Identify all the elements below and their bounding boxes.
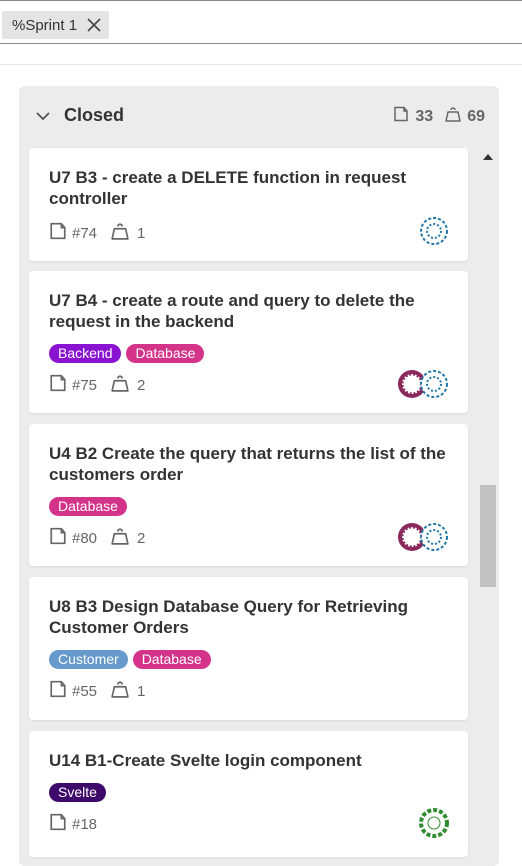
issue-icon [49,222,67,244]
issue-weight: 1 [137,224,146,242]
weight-icon [445,106,461,127]
filter-chip-label: %Sprint 1 [12,16,78,34]
top-filter-bar: %Sprint 1 [0,0,522,44]
issue-title[interactable]: U7 B3 - create a DELETE function in requ… [49,167,449,209]
weight-icon [111,680,129,702]
issue-number[interactable]: #74 [72,225,97,242]
label-badge[interactable]: Database [49,497,127,516]
issue-title[interactable]: U7 B4 - create a route and query to dele… [49,290,449,332]
issue-icon [393,106,409,127]
issue-meta: #75 2 [49,374,145,396]
issue-meta: #74 1 [49,222,145,244]
issue-labels: Customer Database [49,650,211,669]
issue-title[interactable]: U14 B1-Create Svelte login component [49,750,449,771]
assignees [397,369,449,399]
scroll-up-arrow-icon[interactable] [483,154,493,160]
issue-meta: #55 1 [49,680,145,702]
weight-icon [111,222,129,244]
filter-chip[interactable]: %Sprint 1 [2,11,110,39]
close-icon[interactable] [87,18,101,32]
weight-icon [111,527,129,549]
label-badge[interactable]: Svelte [49,783,106,802]
issue-weight: 2 [137,529,146,547]
issue-labels: Svelte [49,783,106,802]
issue-weight: 1 [137,682,146,700]
column-title: Closed [64,105,125,125]
scroll-thumb[interactable] [480,485,496,587]
assignees [419,216,449,246]
column-issue-count: 33 [415,107,434,125]
label-badge[interactable]: Database [132,650,211,669]
label-badge[interactable]: Customer [49,650,128,669]
avatar[interactable] [419,369,449,399]
label-badge[interactable]: Database [126,344,205,363]
divider [0,64,522,65]
issue-title[interactable]: U8 B3 Design Database Query for Retrievi… [49,596,449,638]
issue-icon [49,374,67,396]
column-weight-total: 69 [467,107,485,125]
issue-weight: 2 [137,376,146,394]
column-header[interactable]: Closed 33 69 [19,86,499,144]
issue-icon [49,680,67,702]
issue-card[interactable]: U14 B1-Create Svelte login component Sve… [29,731,468,857]
issue-meta: #80 2 [49,527,145,549]
label-badge[interactable]: Backend [49,344,122,363]
column-stats: 33 69 [393,106,485,127]
issue-card[interactable]: U4 B2 Create the query that returns the … [29,424,468,566]
issue-card[interactable]: U7 B3 - create a DELETE function in requ… [29,148,468,261]
issue-number[interactable]: #55 [72,683,97,700]
issue-number[interactable]: #75 [72,377,97,394]
avatar[interactable] [419,522,449,552]
avatar[interactable] [419,808,449,838]
issue-card[interactable]: U7 B4 - create a route and query to dele… [29,271,468,413]
issue-labels: Database [49,497,127,516]
avatar[interactable] [419,216,449,246]
assignees [397,522,449,552]
issue-title[interactable]: U4 B2 Create the query that returns the … [49,443,449,485]
weight-icon [111,374,129,396]
issue-card[interactable]: U8 B3 Design Database Query for Retrievi… [29,577,468,720]
issue-number[interactable]: #18 [72,816,97,833]
issue-labels: Backend Database [49,344,205,363]
issue-meta: #18 [49,813,97,835]
chevron-down-icon[interactable] [36,108,50,126]
issue-number[interactable]: #80 [72,530,97,547]
issue-icon [49,527,67,549]
scrollbar[interactable] [478,148,498,857]
assignees [419,808,449,838]
issue-icon [49,813,67,835]
